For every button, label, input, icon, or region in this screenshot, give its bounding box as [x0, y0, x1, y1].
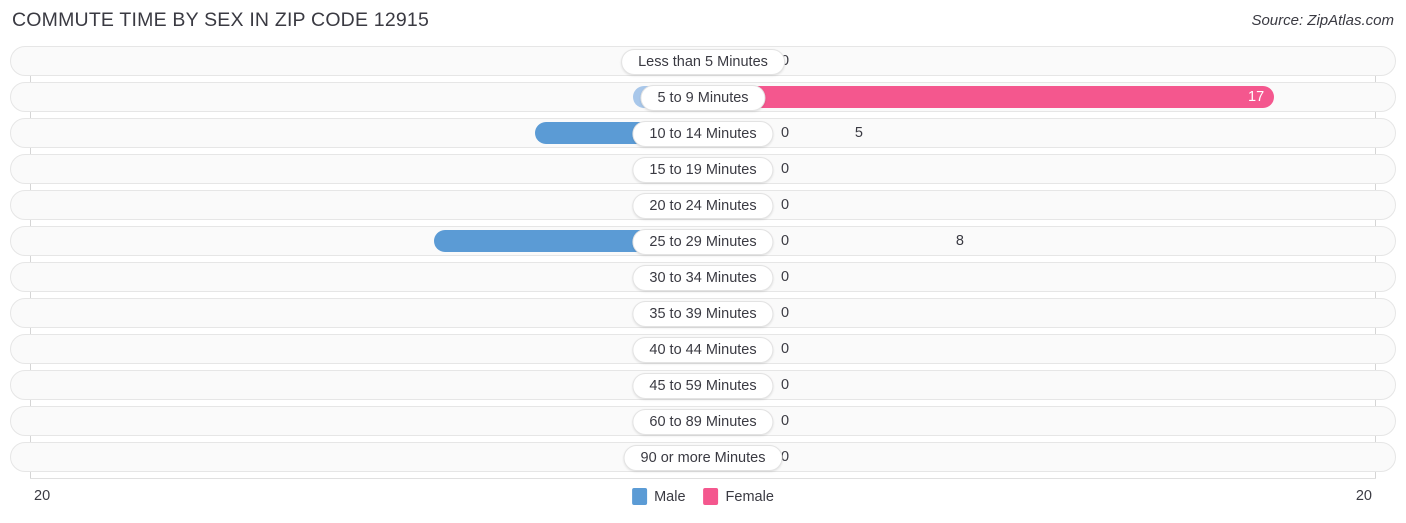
table-row: 0020 to 24 Minutes: [0, 190, 1406, 220]
table-row: 0090 or more Minutes: [0, 442, 1406, 472]
chart-legend: Male Female: [632, 488, 774, 505]
bar-female[interactable]: [703, 86, 1274, 108]
table-row: 0175 to 9 Minutes: [0, 82, 1406, 112]
bar-value-female: 0: [781, 413, 790, 429]
table-row: 0045 to 59 Minutes: [0, 370, 1406, 400]
category-label: 40 to 44 Minutes: [632, 337, 774, 363]
bar-rows-container: 00Less than 5 Minutes0175 to 9 Minutes50…: [0, 46, 1406, 478]
category-label: 30 to 34 Minutes: [632, 265, 774, 291]
table-row: 0015 to 19 Minutes: [0, 154, 1406, 184]
bar-value-female: 0: [781, 161, 790, 177]
chart-header: COMMUTE TIME BY SEX IN ZIP CODE 12915 So…: [0, 0, 1406, 42]
table-row: 0040 to 44 Minutes: [0, 334, 1406, 364]
bar-value-female: 17: [1248, 89, 1265, 105]
source-attribution: Source: ZipAtlas.com: [1251, 12, 1394, 29]
category-label: 90 or more Minutes: [623, 445, 783, 471]
bar-value-male: 8: [955, 233, 964, 249]
category-label: 5 to 9 Minutes: [640, 85, 766, 111]
table-row: 0030 to 34 Minutes: [0, 262, 1406, 292]
legend-swatch-male-icon: [632, 488, 648, 505]
legend-item-female[interactable]: Female: [703, 488, 774, 505]
bar-value-female: 0: [781, 269, 790, 285]
bar-value-female: 0: [781, 233, 790, 249]
bar-value-female: 0: [781, 305, 790, 321]
chart-footer: 20 20 Male Female: [0, 478, 1406, 523]
bar-value-male: 5: [854, 125, 863, 141]
table-row: 0060 to 89 Minutes: [0, 406, 1406, 436]
bar-value-female: 0: [781, 125, 790, 141]
category-label: 20 to 24 Minutes: [632, 193, 774, 219]
chart-plot-area: 00Less than 5 Minutes0175 to 9 Minutes50…: [0, 46, 1406, 478]
category-label: 45 to 59 Minutes: [632, 373, 774, 399]
legend-swatch-female-icon: [703, 488, 719, 505]
axis-label-min: 20: [34, 488, 51, 504]
category-label: 25 to 29 Minutes: [632, 229, 774, 255]
category-label: 15 to 19 Minutes: [632, 157, 774, 183]
table-row: 8 0 25 to 29 Minutes: [0, 226, 1406, 256]
table-row: 0035 to 39 Minutes: [0, 298, 1406, 328]
legend-label-female: Female: [725, 488, 774, 505]
category-label: Less than 5 Minutes: [621, 49, 785, 75]
category-label: 35 to 39 Minutes: [632, 301, 774, 327]
legend-item-male[interactable]: Male: [632, 488, 686, 505]
footer-divider: [30, 478, 1376, 479]
bar-value-female: 0: [781, 377, 790, 393]
table-row: 5 0 10 to 14 Minutes: [0, 118, 1406, 148]
legend-label-male: Male: [654, 488, 686, 505]
axis-label-max: 20: [1355, 488, 1372, 504]
category-label: 10 to 14 Minutes: [632, 121, 774, 147]
bar-value-female: 0: [781, 197, 790, 213]
table-row: 00Less than 5 Minutes: [0, 46, 1406, 76]
category-label: 60 to 89 Minutes: [632, 409, 774, 435]
page-title: COMMUTE TIME BY SEX IN ZIP CODE 12915: [12, 9, 430, 31]
bar-value-female: 0: [781, 341, 790, 357]
